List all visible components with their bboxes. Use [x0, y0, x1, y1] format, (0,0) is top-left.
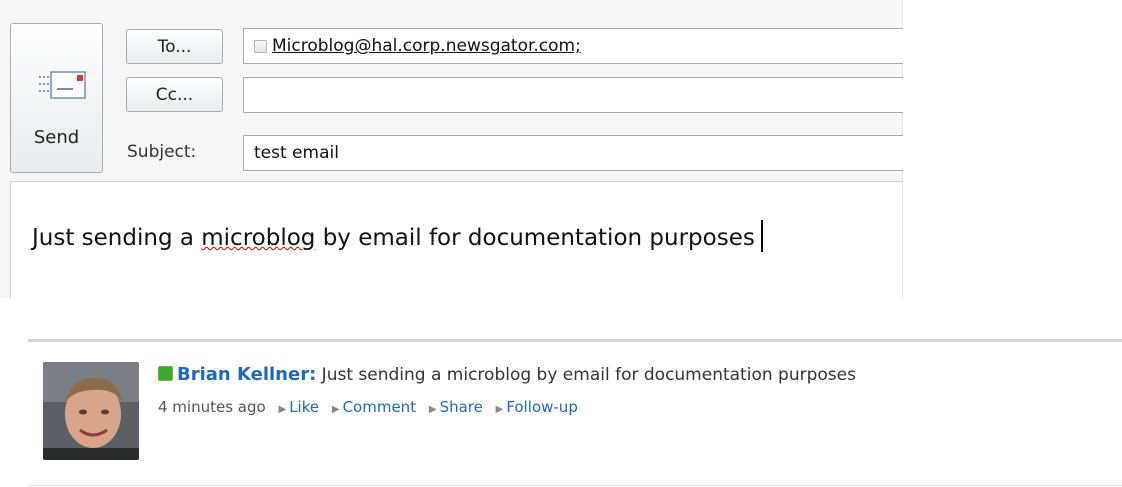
follow-up-label: Follow-up [506, 398, 578, 416]
send-button[interactable]: Send [10, 23, 103, 173]
avatar[interactable] [43, 362, 139, 460]
to-button[interactable]: To... [126, 29, 223, 64]
send-label: Send [33, 127, 80, 148]
to-field[interactable]: Microblog@hal.corp.newsgator.com; [243, 28, 903, 64]
body-text-start: Just sending a [32, 225, 202, 251]
post-meta: 4 minutes ago ▶ Like ▶ Comment ▶ Share ▶ Fol… [158, 394, 1018, 423]
comment-link[interactable]: ▶ Comment [332, 398, 416, 416]
presence-icon [158, 366, 173, 381]
arrow-icon: ▶ [331, 404, 340, 415]
arrow-icon: ▶ [428, 404, 437, 415]
subject-label: Subject: [127, 142, 197, 162]
feed-divider-top [28, 339, 1122, 342]
microblog-post: Brian Kellner: Just sending a microblog … [158, 362, 1018, 423]
arrow-icon: ▶ [278, 404, 287, 415]
post-timestamp: 4 minutes ago [158, 398, 266, 416]
author-link[interactable]: Brian Kellner [177, 364, 309, 385]
like-link[interactable]: ▶ Like [278, 398, 319, 416]
recipient-address[interactable]: Microblog@hal.corp.newsgator.com; [272, 36, 581, 56]
share-link[interactable]: ▶ Share [429, 398, 483, 416]
misspelled-word: microblog [201, 225, 316, 251]
cc-button[interactable]: Cc... [126, 77, 223, 112]
follow-up-link[interactable]: ▶ Follow-up [496, 398, 578, 416]
recipient-checkbox-icon [254, 39, 267, 53]
envelope-send-icon [39, 71, 86, 99]
like-label: Like [289, 398, 320, 416]
post-message: Just sending a microblog by email for do… [316, 365, 856, 385]
text-caret [760, 220, 763, 252]
feed-divider-bottom [28, 485, 1122, 486]
comment-label: Comment [342, 398, 417, 416]
share-label: Share [439, 398, 483, 416]
body-text-end: by email for documentation purposes [315, 225, 755, 251]
message-body[interactable]: Just sending a microblog by email for do… [10, 181, 902, 298]
arrow-icon: ▶ [495, 404, 504, 415]
cc-field[interactable] [243, 77, 903, 113]
subject-field[interactable]: test email [243, 135, 903, 171]
message-body-text: Just sending a microblog by email for do… [32, 220, 763, 252]
compose-window: Send To... Cc... Subject: Microblog@hal.… [0, 0, 903, 298]
